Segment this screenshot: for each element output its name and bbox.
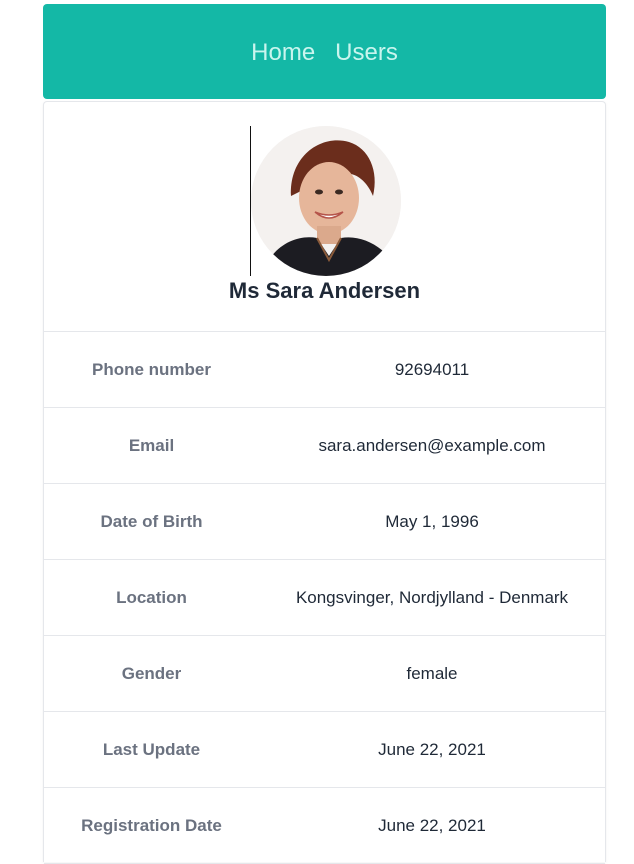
profile-header: Ms Sara Andersen <box>44 102 605 332</box>
detail-row-dob: Date of Birth May 1, 1996 <box>44 484 605 560</box>
detail-label: Registration Date <box>81 815 222 835</box>
detail-row-location: Location Kongsvinger, Nordjylland - Denm… <box>44 560 605 636</box>
detail-value: June 22, 2021 <box>378 739 486 759</box>
detail-label: Location <box>116 587 187 607</box>
user-photo-icon <box>251 126 401 276</box>
profile-name: Ms Sara Andersen <box>228 278 421 303</box>
detail-value: sara.andersen@example.com <box>318 435 546 455</box>
detail-label: Email <box>128 435 175 455</box>
detail-label: Phone number <box>91 359 211 379</box>
detail-row-phone: Phone number 92694011 <box>44 332 605 408</box>
detail-label: Date of Birth <box>100 511 203 531</box>
detail-value: female <box>406 663 458 683</box>
detail-label: Gender <box>121 663 182 683</box>
detail-value: Kongsvinger, Nordjylland - Denmark <box>295 587 569 607</box>
nav-users-link[interactable]: Users <box>335 39 398 65</box>
detail-label: Last Update <box>102 739 201 759</box>
detail-row-last-update: Last Update June 22, 2021 <box>44 712 605 788</box>
detail-row-registration-date: Registration Date June 22, 2021 <box>44 788 605 864</box>
detail-value: 92694011 <box>394 359 470 379</box>
detail-value: May 1, 1996 <box>385 511 479 531</box>
avatar <box>251 126 401 276</box>
detail-value: June 22, 2021 <box>378 815 486 835</box>
user-detail-card: Ms Sara Andersen Phone number 92694011 E… <box>43 101 606 864</box>
detail-row-email: Email sara.andersen@example.com <box>44 408 605 484</box>
top-navbar: Home Users <box>43 4 606 99</box>
detail-row-gender: Gender female <box>44 636 605 712</box>
nav-home-link[interactable]: Home <box>251 39 315 65</box>
